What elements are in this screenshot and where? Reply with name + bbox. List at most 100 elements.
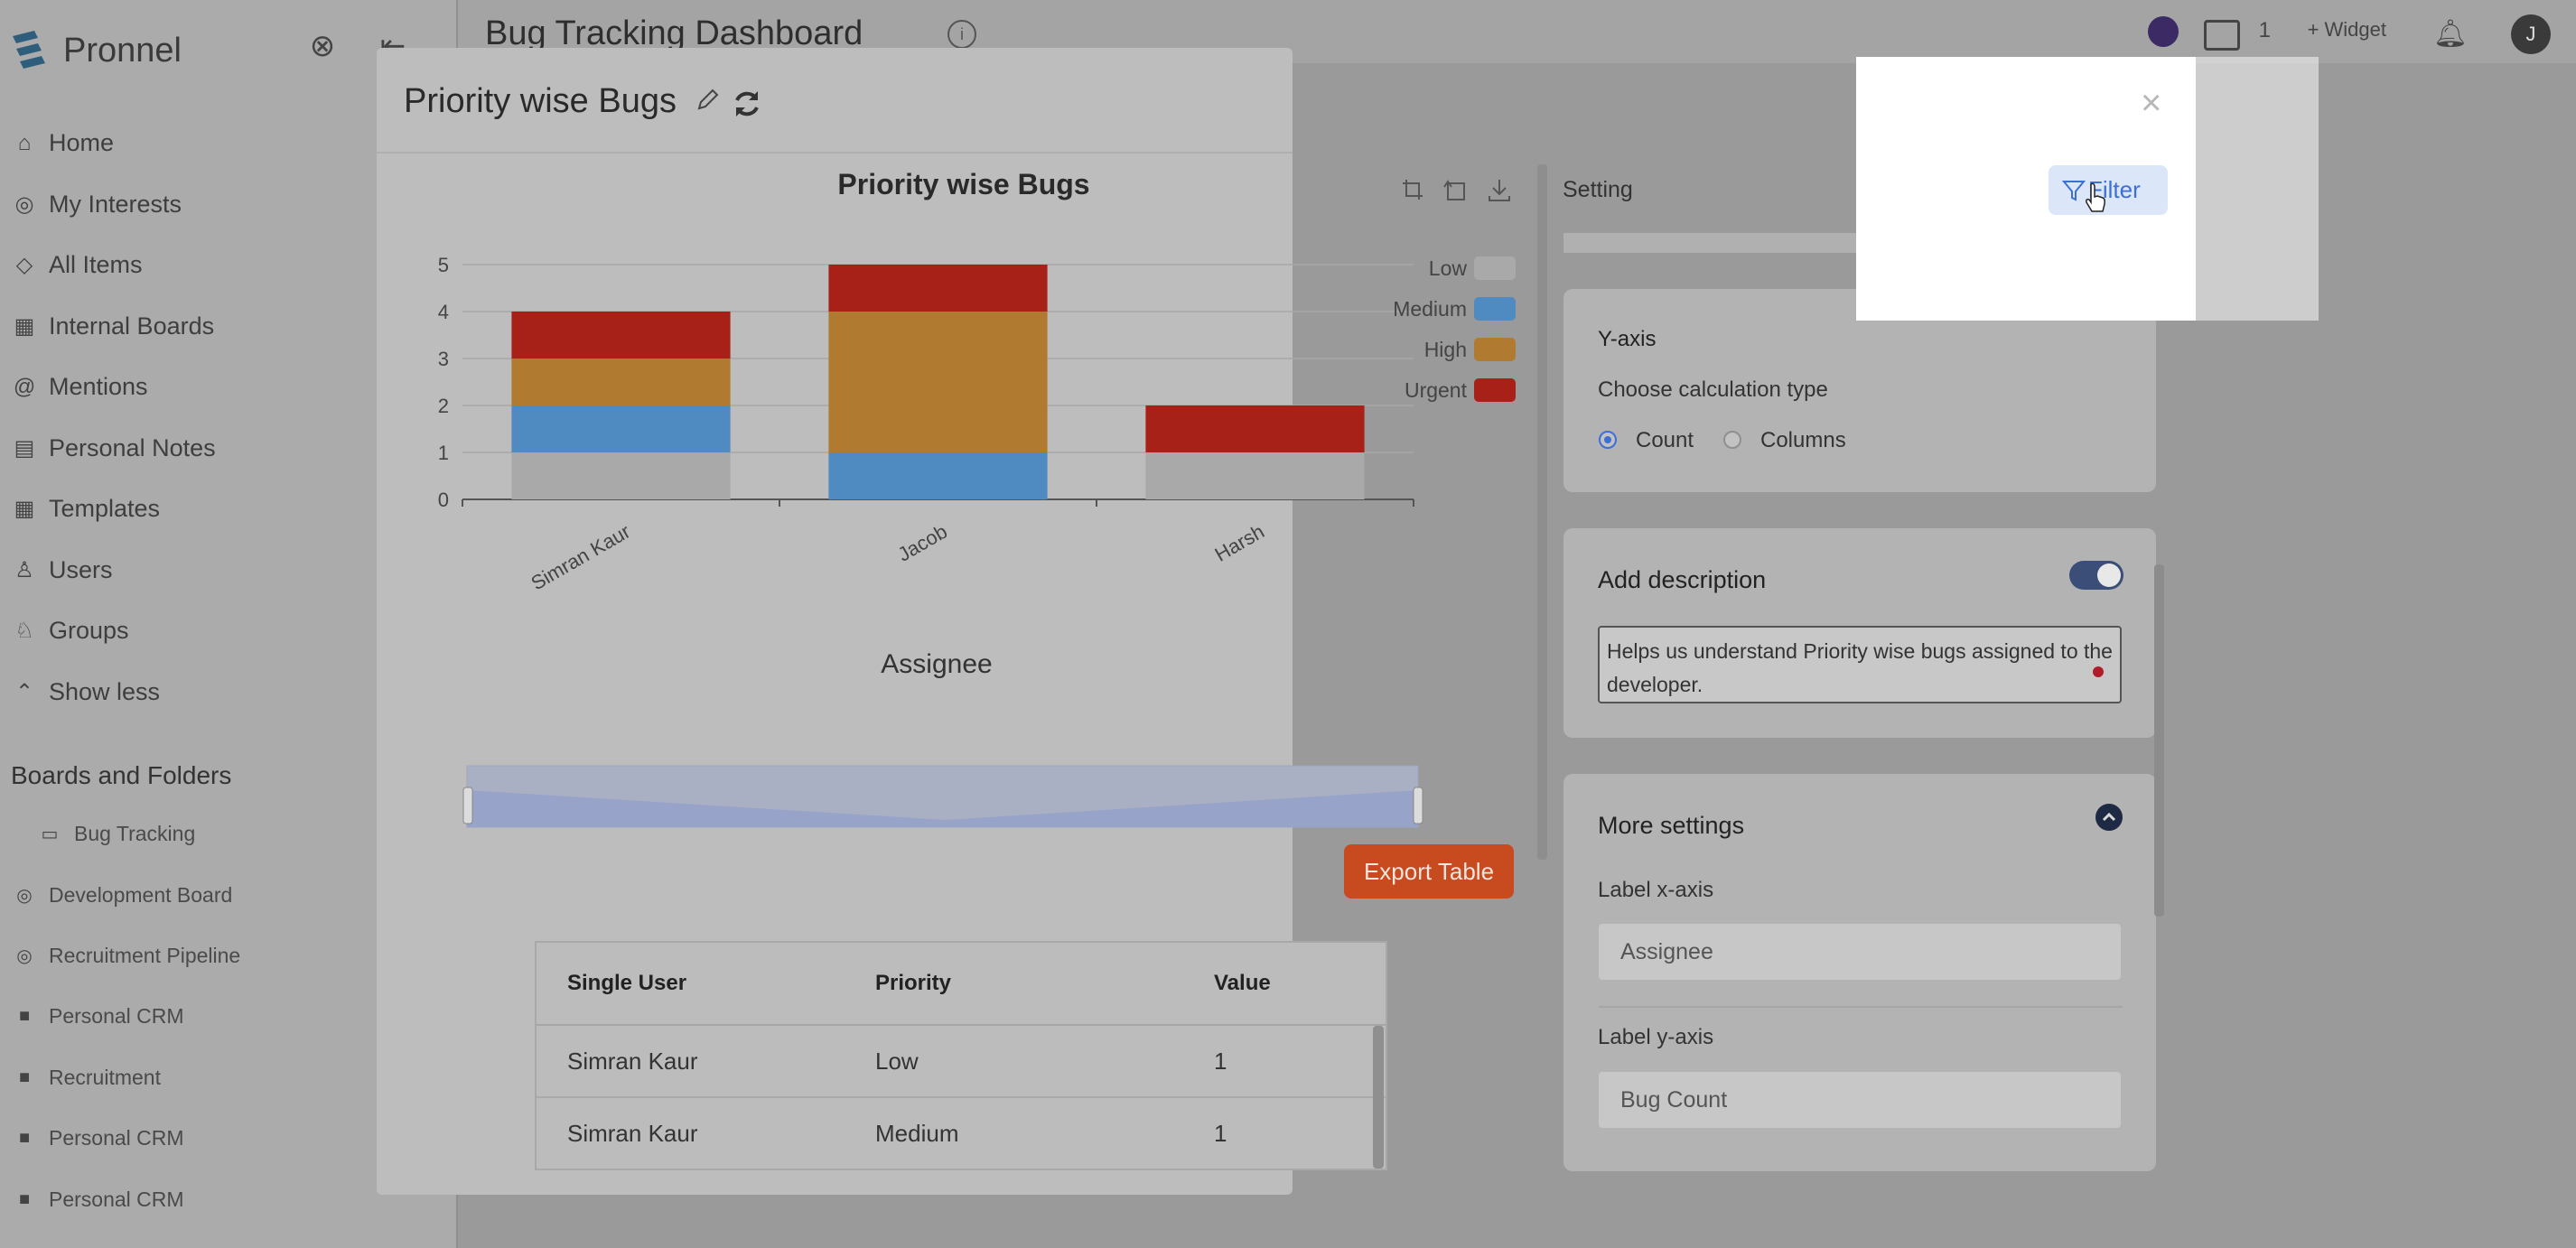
sidebar-item-label: All Items xyxy=(49,251,143,279)
items-icon: ◇ xyxy=(15,253,33,278)
x-tick-label: Jacob xyxy=(894,520,951,566)
edit-pencil-icon[interactable] xyxy=(695,86,722,113)
sidebar-item-label: Users xyxy=(49,555,113,583)
sidebar-item-label: Groups xyxy=(49,617,129,645)
folder-icon: ■ xyxy=(18,1188,31,1209)
interests-icon: ◎ xyxy=(14,191,34,217)
folder-icon: ■ xyxy=(18,1128,31,1149)
download-icon[interactable] xyxy=(1486,176,1513,203)
sidebar-item-label: My Interests xyxy=(49,190,182,218)
description-toggle[interactable] xyxy=(2069,561,2123,590)
zoom-handle-right xyxy=(1413,787,1423,824)
y-tick-label: 5 xyxy=(438,254,449,276)
more-settings-title: More settings xyxy=(1598,812,1745,839)
yaxis-label-title: Label y-axis xyxy=(1598,1025,1714,1049)
column-header-user: Single User xyxy=(567,971,687,995)
chart-title: Priority wise Bugs xyxy=(837,168,1089,200)
brand[interactable]: Pronnel xyxy=(7,27,182,74)
sidebar-item-label: Home xyxy=(49,129,115,157)
y-tick-label: 0 xyxy=(438,489,449,511)
y-tick-label: 1 xyxy=(438,442,449,464)
notes-icon: ▤ xyxy=(14,435,35,461)
yaxis-title: Y-axis xyxy=(1598,327,1657,351)
sidebar-item-label: Personal Notes xyxy=(49,433,216,461)
bar-segment xyxy=(511,452,731,499)
bar-segment xyxy=(1145,452,1365,499)
yaxis-label-input[interactable]: Bug Count xyxy=(1599,1072,2121,1128)
folder-item-label: Personal CRM xyxy=(49,1187,184,1211)
modal-title: Priority wise Bugs xyxy=(404,82,677,120)
folder-item-label: Personal CRM xyxy=(49,1004,184,1029)
templates-icon: ▦ xyxy=(14,497,35,522)
bar-chart: Priority wise Bugs 0 1 2 3 4 5 Simran Kaur Jacob… xyxy=(438,168,1516,828)
brand-name: Pronnel xyxy=(63,31,182,70)
group-icon: ♘ xyxy=(14,619,34,644)
folder-item-label: Recruitment Pipeline xyxy=(49,943,241,967)
home-icon: ⌂ xyxy=(17,130,32,155)
add-description-title: Add description xyxy=(1598,566,1767,593)
user-status-icon[interactable] xyxy=(2148,16,2179,47)
x-axis-label: Assignee xyxy=(881,649,992,679)
recording-dot-icon xyxy=(2093,666,2104,677)
xaxis-label-input[interactable]: Assignee xyxy=(1599,924,2121,980)
settings-scrollbar[interactable] xyxy=(2154,564,2164,917)
chart-scrollbar[interactable] xyxy=(1537,164,1547,860)
folder-item-label: Recruitment xyxy=(49,1065,161,1089)
cell-priority: Low xyxy=(875,1047,919,1075)
description-textarea[interactable]: Helps us understand Priority wise bugs a… xyxy=(1598,626,2122,703)
close-icon[interactable]: × xyxy=(2141,83,2161,124)
refresh-icon[interactable] xyxy=(731,88,763,120)
highlight-overlay-inner xyxy=(1856,255,2156,321)
legend-swatch xyxy=(1474,378,1516,402)
y-tick-label: 2 xyxy=(438,395,449,417)
zoom-select-icon[interactable] xyxy=(1399,176,1426,203)
radio-count[interactable] xyxy=(1599,431,1617,449)
column-header-priority: Priority xyxy=(875,971,952,995)
chevron-up-icon: ⌃ xyxy=(14,679,34,704)
bar-segment xyxy=(511,312,731,359)
sidebar-item-label: Internal Boards xyxy=(49,312,215,340)
board-icon[interactable] xyxy=(2204,20,2240,51)
info-icon[interactable]: i xyxy=(947,20,976,49)
radio-columns[interactable] xyxy=(1723,431,1741,449)
folder-icon: ■ xyxy=(18,1006,31,1027)
legend-label: Medium xyxy=(1393,297,1467,321)
table-row: Simran Kaur Low 1 xyxy=(537,1026,1386,1098)
pronnel-logo-icon xyxy=(13,31,45,69)
legend-label: High xyxy=(1424,338,1467,361)
board-circle-icon: ◎ xyxy=(16,945,33,966)
export-table-button[interactable]: Export Table xyxy=(1344,844,1514,899)
pin-off-icon[interactable]: ⊗ xyxy=(303,27,341,65)
calc-type-label: Choose calculation type xyxy=(1598,377,1828,402)
cell-priority: Medium xyxy=(875,1119,959,1147)
radio-count-label: Count xyxy=(1636,428,1694,452)
bar-segment xyxy=(828,312,1048,452)
xaxis-label-title: Label x-axis xyxy=(1598,878,1714,902)
table-row: Simran Kaur Medium 1 xyxy=(537,1098,1386,1170)
bar-segment xyxy=(1145,405,1365,452)
sidebar-item-label: Show less xyxy=(49,677,161,705)
bell-icon[interactable]: 🔔︎ xyxy=(2433,18,2468,50)
folder-item-label: Development Board xyxy=(49,882,233,907)
x-tick-label: Harsh xyxy=(1211,520,1268,566)
divider xyxy=(1599,1006,2123,1008)
boards-section-title: Boards and Folders xyxy=(11,761,232,789)
board-count: 1 xyxy=(2258,18,2271,42)
zoom-reset-icon[interactable] xyxy=(1442,176,1470,203)
data-table: Single User Priority Value Simran Kaur L… xyxy=(535,941,1387,1170)
zoom-handle-left xyxy=(462,787,473,824)
x-tick-label: Simran Kaur xyxy=(527,520,634,595)
bar-segment xyxy=(828,265,1048,312)
table-scrollbar[interactable] xyxy=(1373,1026,1384,1169)
bar-segment xyxy=(828,452,1048,499)
y-tick-label: 3 xyxy=(438,348,449,370)
add-widget-button[interactable]: + Widget xyxy=(2308,18,2386,42)
legend-label: Low xyxy=(1429,256,1468,280)
setting-label: Setting xyxy=(1563,177,1633,202)
chevron-up-icon[interactable] xyxy=(2095,804,2123,831)
avatar[interactable]: J xyxy=(2511,14,2551,54)
folder-icon: ■ xyxy=(18,1066,31,1087)
table-header: Single User Priority Value xyxy=(537,943,1386,1026)
boards-icon: ▦ xyxy=(14,313,35,339)
board-circle-icon: ◎ xyxy=(16,885,33,906)
